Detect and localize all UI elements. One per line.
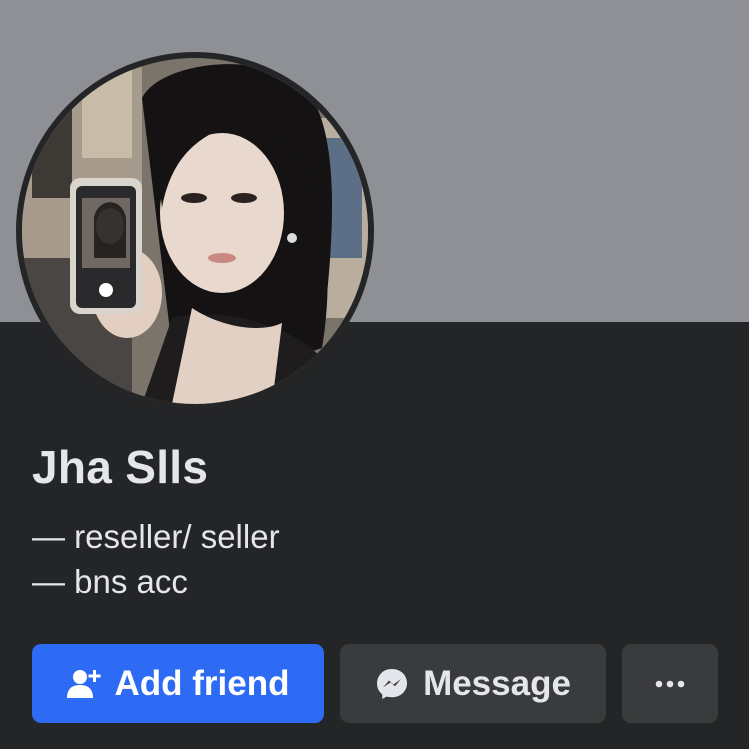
message-label: Message (423, 663, 571, 703)
add-person-icon (66, 669, 101, 699)
profile-bio: — reseller/ seller — bns acc (32, 514, 280, 604)
profile-avatar[interactable] (22, 58, 368, 404)
add-friend-label: Add friend (114, 663, 290, 703)
profile-header: Jha Slls — reseller/ seller — bns acc Ad… (0, 0, 749, 749)
avatar-photo (22, 58, 368, 404)
messenger-icon (375, 667, 409, 701)
bio-line: — bns acc (32, 563, 188, 600)
add-friend-button[interactable]: Add friend (32, 644, 324, 723)
message-button[interactable]: Message (340, 644, 606, 723)
more-dots-icon (655, 680, 685, 688)
profile-name: Jha Slls (32, 441, 209, 493)
more-options-button[interactable] (622, 644, 718, 723)
bio-line: — reseller/ seller (32, 518, 280, 555)
